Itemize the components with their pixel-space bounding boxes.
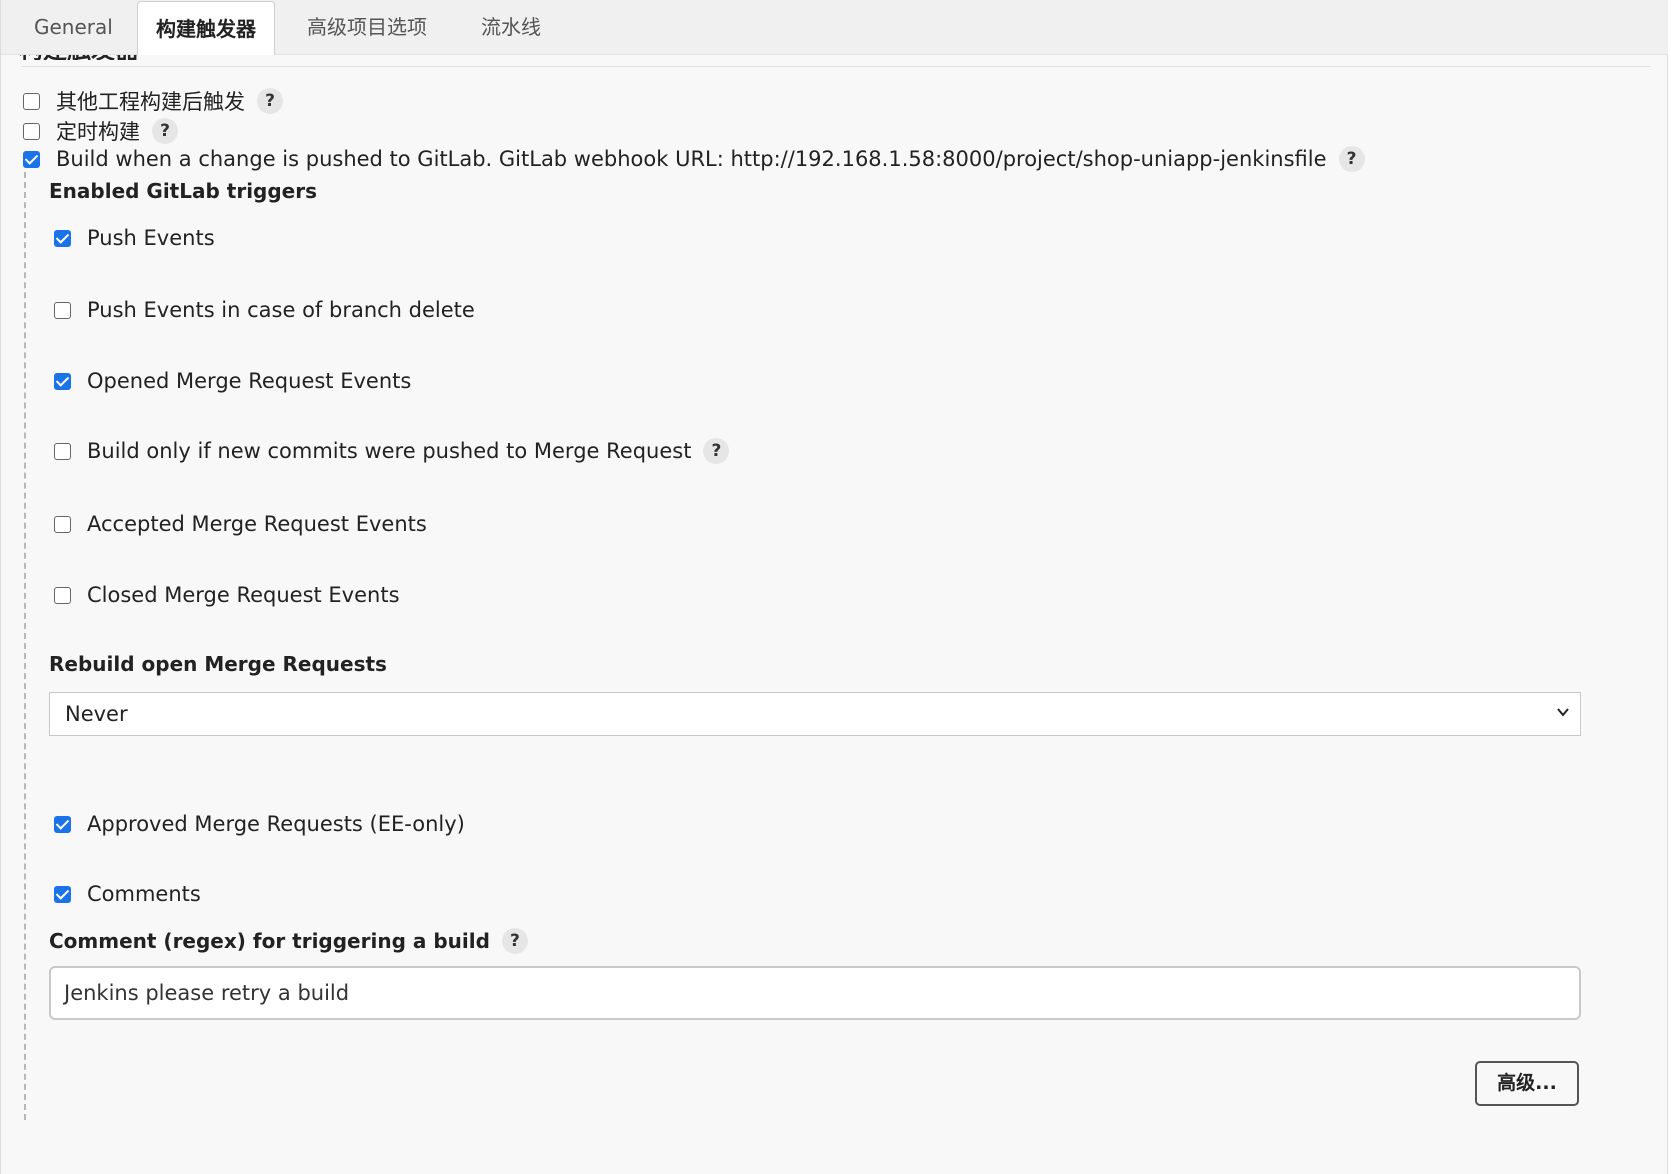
- section-divider: [21, 66, 1651, 67]
- push-events-label: Push Events: [87, 226, 215, 250]
- help-icon[interactable]: ?: [257, 88, 283, 114]
- build-only-new-commits-row: Build only if new commits were pushed to…: [54, 438, 730, 464]
- push-branch-delete-row: Push Events in case of branch delete: [54, 298, 475, 322]
- enabled-gitlab-triggers-title: Enabled GitLab triggers: [49, 179, 318, 203]
- trigger-scheduled-label: 定时构建: [56, 120, 140, 144]
- comment-regex-title: Comment (regex) for triggering a build: [49, 929, 490, 953]
- build-only-new-commits-checkbox[interactable]: [54, 442, 71, 460]
- approved-mr-row: Approved Merge Requests (EE-only): [54, 812, 465, 836]
- config-tab-bar: General 构建触发器 高级项目选项 流水线: [1, 0, 1669, 55]
- closed-mr-label: Closed Merge Request Events: [87, 583, 400, 607]
- help-icon[interactable]: ?: [501, 928, 528, 954]
- tab-pipeline[interactable]: 流水线: [481, 0, 541, 55]
- trigger-scheduled-row: 定时构建 ?: [23, 116, 178, 146]
- trigger-other-project-label: 其他工程构建后触发: [56, 90, 245, 114]
- trigger-gitlab-push-label: Build when a change is pushed to GitLab.…: [56, 147, 1327, 171]
- closed-mr-row: Closed Merge Request Events: [54, 583, 400, 607]
- opened-mr-label: Opened Merge Request Events: [87, 369, 412, 393]
- help-icon[interactable]: ?: [1338, 146, 1365, 172]
- config-panel: 构建触发器 General 构建触发器 高级项目选项 流水线 其他工程构建后触发…: [0, 0, 1669, 1174]
- help-icon[interactable]: ?: [152, 118, 178, 144]
- push-events-row: Push Events: [54, 226, 215, 250]
- comments-row: Comments: [54, 882, 201, 906]
- approved-mr-label: Approved Merge Requests (EE-only): [87, 812, 465, 836]
- tab-build-triggers[interactable]: 构建触发器: [137, 1, 275, 55]
- rebuild-open-mr-select[interactable]: Never: [49, 692, 1581, 736]
- comments-label: Comments: [87, 882, 201, 906]
- trigger-gitlab-push-checkbox[interactable]: [23, 150, 40, 168]
- push-events-checkbox[interactable]: [54, 229, 71, 247]
- rebuild-open-mr-title: Rebuild open Merge Requests: [49, 652, 387, 676]
- trigger-scheduled-checkbox[interactable]: [23, 122, 40, 140]
- approved-mr-checkbox[interactable]: [54, 815, 71, 833]
- jenkins-config-page: 构建触发器 General 构建触发器 高级项目选项 流水线 其他工程构建后触发…: [0, 0, 1671, 1174]
- chevron-down-icon: [1557, 708, 1569, 717]
- tab-advanced-options[interactable]: 高级项目选项: [307, 0, 427, 55]
- opened-mr-row: Opened Merge Request Events: [54, 369, 411, 393]
- push-branch-delete-label: Push Events in case of branch delete: [87, 298, 475, 322]
- comment-regex-input[interactable]: Jenkins please retry a build: [49, 966, 1581, 1020]
- nested-section-guide: [24, 172, 26, 1120]
- help-icon[interactable]: ?: [703, 438, 730, 464]
- comments-checkbox[interactable]: [54, 885, 71, 903]
- trigger-gitlab-push-row: Build when a change is pushed to GitLab.…: [23, 146, 1365, 172]
- trigger-other-project-row: 其他工程构建后触发 ?: [23, 86, 283, 116]
- accepted-mr-row: Accepted Merge Request Events: [54, 512, 427, 536]
- rebuild-open-mr-value: Never: [65, 702, 128, 726]
- advanced-button[interactable]: 高级...: [1475, 1061, 1579, 1106]
- opened-mr-checkbox[interactable]: [54, 372, 71, 390]
- accepted-mr-label: Accepted Merge Request Events: [87, 512, 427, 536]
- push-branch-delete-checkbox[interactable]: [54, 301, 71, 319]
- tab-general[interactable]: General: [34, 0, 113, 55]
- build-only-new-commits-label: Build only if new commits were pushed to…: [87, 439, 692, 463]
- comment-regex-title-row: Comment (regex) for triggering a build ?: [49, 928, 528, 954]
- trigger-other-project-checkbox[interactable]: [23, 92, 40, 110]
- closed-mr-checkbox[interactable]: [54, 586, 71, 604]
- accepted-mr-checkbox[interactable]: [54, 515, 71, 533]
